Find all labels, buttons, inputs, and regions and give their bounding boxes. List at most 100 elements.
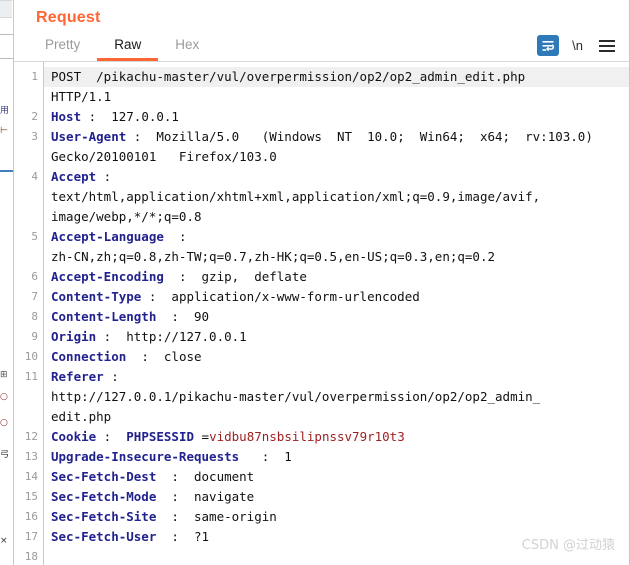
- code-line[interactable]: text/html,application/xhtml+xml,applicat…: [51, 187, 629, 207]
- code-token: :: [163, 228, 187, 244]
- code-token: : application/x-www-form-urlencoded: [141, 288, 420, 304]
- code-line[interactable]: Accept-Language :: [51, 227, 629, 247]
- line-number: 1: [31, 69, 38, 83]
- line-number: 7: [31, 289, 38, 303]
- adjacent-panel-sliver: 用 ⊢ ⊞ ○ ○ 弓 ×: [0, 0, 14, 565]
- code-token: Host: [51, 108, 82, 124]
- code-line[interactable]: Cookie : PHPSESSID =vidbu87nsbsilipnssv7…: [51, 427, 629, 447]
- sliver-selection-bar: [0, 170, 13, 172]
- line-number: 2: [31, 109, 38, 123]
- code-token: Referer: [51, 368, 104, 384]
- code-token: Sec-Fetch-Dest: [51, 468, 157, 484]
- code-token: Accept: [51, 168, 97, 184]
- tab-hex[interactable]: Hex: [158, 31, 216, 61]
- line-number: 6: [31, 269, 38, 283]
- code-token: : same-origin: [156, 508, 277, 524]
- code-token: Connection: [51, 348, 127, 364]
- line-number-blank: [14, 207, 43, 227]
- sliver-text-fragment: 弓: [0, 450, 10, 460]
- sliver-text-fragment: ⊢: [0, 126, 8, 136]
- word-wrap-icon[interactable]: [537, 35, 560, 57]
- code-token: zh-CN,zh;q=0.8,zh-TW;q=0.7,zh-HK;q=0.5,e…: [51, 248, 496, 264]
- code-token: Sec-Fetch-Site: [51, 508, 157, 524]
- code-line[interactable]: Content-Type : application/x-www-form-ur…: [51, 287, 629, 307]
- code-token: Upgrade-Insecure-Requests: [51, 448, 240, 464]
- code-token: Gecko/20100101 Firefox/103.0: [51, 148, 277, 164]
- line-number: 4: [31, 169, 38, 183]
- raw-request-editor[interactable]: 1 23 4 5 67891011 1213141516171819 POST …: [14, 61, 629, 565]
- code-token: image/webp,*/*;q=0.8: [51, 208, 202, 224]
- code-line[interactable]: zh-CN,zh;q=0.8,zh-TW;q=0.7,zh-HK;q=0.5,e…: [51, 247, 629, 267]
- code-token: =: [194, 428, 210, 444]
- code-line[interactable]: image/webp,*/*;q=0.8: [51, 207, 629, 227]
- line-number-blank: [14, 147, 43, 167]
- code-token: HTTP/1.1: [51, 88, 112, 104]
- line-number: 18: [24, 549, 38, 563]
- code-token: vidbu87nsbsilipnssv79r10t3: [209, 428, 405, 444]
- sliver-strip: [0, 0, 12, 18]
- code-line[interactable]: HTTP/1.1: [51, 87, 629, 107]
- code-line[interactable]: Connection : close: [51, 347, 629, 367]
- code-token: : document: [156, 468, 255, 484]
- code-line[interactable]: Sec-Fetch-Mode : navigate: [51, 487, 629, 507]
- code-line[interactable]: Accept :: [51, 167, 629, 187]
- line-number-blank: [14, 407, 43, 427]
- code-line[interactable]: Host : 127.0.0.1: [51, 107, 629, 127]
- line-number: 10: [24, 349, 38, 363]
- code-line[interactable]: Gecko/20100101 Firefox/103.0: [51, 147, 629, 167]
- code-token: Accept-Language: [51, 228, 164, 244]
- code-line[interactable]: [51, 547, 629, 565]
- line-number: 12: [24, 429, 38, 443]
- sliver-text-fragment: 用: [0, 106, 10, 116]
- code-line[interactable]: POST /pikachu-master/vul/overpermission/…: [44, 66, 629, 87]
- line-number: 15: [24, 489, 38, 503]
- code-token: : ?1: [156, 528, 210, 544]
- line-number: 8: [31, 309, 38, 323]
- request-panel: Request Pretty Raw Hex \n 1 2 3 4 5 6 7 …: [14, 0, 630, 565]
- code-token: POST /pikachu-master/vul/overpermission/…: [51, 68, 526, 84]
- line-number: 16: [24, 509, 38, 523]
- code-line[interactable]: edit.php: [51, 407, 629, 427]
- sliver-divider: [0, 58, 13, 59]
- code-token: : 127.0.0.1: [81, 108, 179, 124]
- code-token: edit.php: [51, 408, 112, 424]
- code-line[interactable]: Content-Length : 90: [51, 307, 629, 327]
- sliver-divider: [0, 34, 13, 35]
- line-number-blank: [14, 387, 43, 407]
- code-token: text/html,application/xhtml+xml,applicat…: [51, 188, 541, 204]
- code-line[interactable]: Sec-Fetch-Site : same-origin: [51, 507, 629, 527]
- code-token: Content-Type: [51, 288, 142, 304]
- code-line[interactable]: Sec-Fetch-Dest : document: [51, 467, 629, 487]
- hamburger-menu-icon[interactable]: [596, 35, 618, 56]
- code-token: Sec-Fetch-User: [51, 528, 157, 544]
- tab-raw[interactable]: Raw: [97, 31, 159, 61]
- code-line[interactable]: http://127.0.0.1/pikachu-master/vul/over…: [51, 387, 629, 407]
- code-token: :: [96, 428, 127, 444]
- line-number-blank: [14, 247, 43, 267]
- page-title: Request: [36, 9, 101, 26]
- tab-pretty[interactable]: Pretty: [28, 31, 97, 61]
- request-text[interactable]: POST /pikachu-master/vul/overpermission/…: [44, 62, 629, 565]
- line-number: 3: [31, 129, 38, 143]
- code-token: Origin: [51, 328, 97, 344]
- code-line[interactable]: Origin : http://127.0.0.1: [51, 327, 629, 347]
- line-number: 5: [31, 229, 38, 243]
- newline-toggle[interactable]: \n: [572, 38, 583, 53]
- line-number: 11: [24, 369, 38, 383]
- sliver-text-fragment: ○: [0, 418, 8, 428]
- code-token: : navigate: [156, 488, 255, 504]
- code-token: : http://127.0.0.1: [96, 328, 247, 344]
- sliver-text-fragment: ⊞: [0, 370, 8, 380]
- code-token: Cookie: [51, 428, 97, 444]
- code-token: : 1: [239, 448, 292, 464]
- code-line[interactable]: Sec-Fetch-User : ?1: [51, 527, 629, 547]
- code-line[interactable]: User-Agent : Mozilla/5.0 (Windows NT 10.…: [51, 127, 629, 147]
- code-token: : gzip, deflate: [163, 268, 307, 284]
- code-token: Content-Length: [51, 308, 157, 324]
- line-number: 9: [31, 329, 38, 343]
- code-line[interactable]: Accept-Encoding : gzip, deflate: [51, 267, 629, 287]
- code-line[interactable]: Upgrade-Insecure-Requests : 1: [51, 447, 629, 467]
- view-mode-tabbar: Pretty Raw Hex \n: [14, 31, 629, 62]
- code-line[interactable]: Referer :: [51, 367, 629, 387]
- code-token: User-Agent: [51, 128, 127, 144]
